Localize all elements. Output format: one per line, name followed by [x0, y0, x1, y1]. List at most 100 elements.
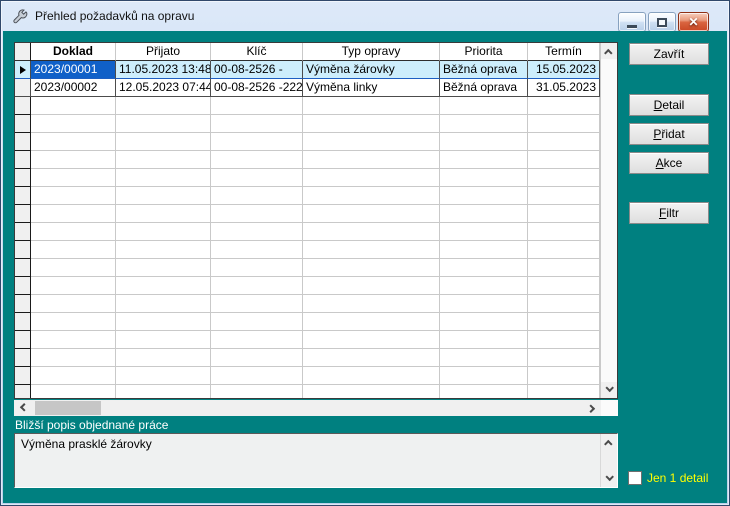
maximize-button[interactable]	[648, 12, 676, 32]
cell-klic	[211, 385, 303, 398]
cell-termin	[528, 169, 600, 187]
cell-termin	[528, 259, 600, 277]
cell-termin	[528, 115, 600, 133]
cell-typ	[303, 187, 440, 205]
cell-klic	[211, 97, 303, 115]
grid-scroll-area: DokladPřijatoKlíčTyp opravyPrioritaTermí…	[15, 43, 600, 398]
filtr-button[interactable]: Filtr	[629, 202, 709, 224]
grid-scroll-down-button[interactable]	[601, 382, 617, 398]
cell-prijato[interactable]: 11.05.2023 13:48	[116, 61, 211, 79]
cell-prijato	[116, 367, 211, 385]
description-memo[interactable]: Výměna prasklé žárovky	[14, 433, 618, 488]
cell-priorita	[440, 259, 528, 277]
empty-row	[15, 331, 600, 349]
cell-typ[interactable]: Výměna žárovky	[303, 61, 440, 79]
cell-typ	[303, 169, 440, 187]
cell-prijato	[116, 259, 211, 277]
close-button[interactable]: ✕	[678, 12, 709, 32]
wrench-icon	[11, 8, 29, 26]
cell-termin[interactable]: 31.05.2023	[528, 79, 600, 97]
memo-scroll-down-button[interactable]	[601, 471, 617, 487]
row-indicator-cell	[15, 205, 31, 223]
empty-row	[15, 295, 600, 313]
current-row-indicator	[15, 61, 31, 79]
memo-scroll-up-button[interactable]	[601, 434, 617, 450]
cell-typ	[303, 277, 440, 295]
cell-typ	[303, 241, 440, 259]
button-label: Zavřít	[654, 47, 685, 61]
scrollbar-corner	[601, 400, 618, 416]
cell-doklad[interactable]: 2023/00001	[31, 61, 116, 79]
grid-scroll-left-button[interactable]	[14, 400, 30, 416]
pridat-button[interactable]: Přidat	[629, 123, 709, 145]
akce-button[interactable]: Akce	[629, 152, 709, 174]
cell-priorita	[440, 313, 528, 331]
jen-1-detail-label: Jen 1 detail	[647, 471, 708, 485]
cell-prijato	[116, 385, 211, 398]
cell-doklad	[31, 259, 116, 277]
jen-1-detail-checkbox[interactable]	[628, 471, 642, 485]
cell-typ[interactable]: Výměna linky	[303, 79, 440, 97]
cell-klic	[211, 223, 303, 241]
cell-termin[interactable]: 15.05.2023	[528, 61, 600, 79]
cell-priorita	[440, 133, 528, 151]
cell-typ	[303, 385, 440, 398]
grid-scroll-up-button[interactable]	[601, 43, 617, 59]
horizontal-scrollbar-thumb[interactable]	[35, 401, 101, 415]
cell-klic[interactable]: 00-08-2526 -222	[211, 79, 303, 97]
table-row[interactable]: 2023/0000111.05.2023 13:4800-08-2526 -Vý…	[15, 61, 600, 79]
column-header-prijato: Přijato	[116, 43, 211, 61]
chevron-right-icon	[587, 404, 595, 412]
cell-klic[interactable]: 00-08-2526 -	[211, 61, 303, 79]
memo-text[interactable]: Výměna prasklé žárovky	[15, 434, 600, 487]
grid-horizontal-scrollbar[interactable]	[14, 400, 601, 416]
jen-1-detail-checkbox-row: Jen 1 detail	[628, 471, 708, 485]
cell-termin	[528, 205, 600, 223]
grid-scroll-right-button[interactable]	[585, 400, 601, 416]
table-row[interactable]: 2023/0000212.05.2023 07:4400-08-2526 -22…	[15, 79, 600, 97]
column-header-doklad: Doklad	[31, 43, 116, 61]
memo-vertical-scrollbar[interactable]	[600, 434, 617, 487]
minimize-button[interactable]	[618, 12, 646, 32]
detail-button[interactable]: Detail	[629, 94, 709, 116]
cell-typ	[303, 331, 440, 349]
cell-prijato	[116, 169, 211, 187]
cell-klic	[211, 169, 303, 187]
cell-prijato[interactable]: 12.05.2023 07:44	[116, 79, 211, 97]
cell-priorita	[440, 277, 528, 295]
cell-termin	[528, 241, 600, 259]
cell-priorita[interactable]: Běžná oprava	[440, 61, 528, 79]
indicator-header-cell	[15, 43, 31, 61]
cell-doklad	[31, 169, 116, 187]
cell-prijato	[116, 241, 211, 259]
cell-doklad	[31, 133, 116, 151]
cell-priorita[interactable]: Běžná oprava	[440, 79, 528, 97]
empty-row	[15, 313, 600, 331]
app-window: Přehled požadavků na opravu ✕ DokladPřij…	[0, 0, 730, 506]
cell-doklad[interactable]: 2023/00002	[31, 79, 116, 97]
cell-prijato	[116, 313, 211, 331]
cell-klic	[211, 331, 303, 349]
cell-prijato	[116, 331, 211, 349]
grid-vertical-scrollbar[interactable]	[600, 43, 617, 398]
cell-priorita	[440, 331, 528, 349]
cell-priorita	[440, 223, 528, 241]
column-header-termin: Termín	[528, 43, 600, 61]
cell-termin	[528, 151, 600, 169]
cell-termin	[528, 97, 600, 115]
cell-prijato	[116, 223, 211, 241]
grid-header: DokladPřijatoKlíčTyp opravyPrioritaTermí…	[15, 43, 600, 61]
cell-prijato	[116, 133, 211, 151]
chevron-up-icon	[604, 49, 612, 57]
empty-row	[15, 133, 600, 151]
cell-termin	[528, 349, 600, 367]
description-label: Bližší popis objednané práce	[15, 418, 168, 432]
row-indicator-cell	[15, 367, 31, 385]
cell-doklad	[31, 115, 116, 133]
cell-doklad	[31, 277, 116, 295]
cell-typ	[303, 115, 440, 133]
cell-typ	[303, 151, 440, 169]
cell-prijato	[116, 97, 211, 115]
cell-priorita	[440, 385, 528, 398]
zavrit-button[interactable]: Zavřít	[629, 43, 709, 65]
